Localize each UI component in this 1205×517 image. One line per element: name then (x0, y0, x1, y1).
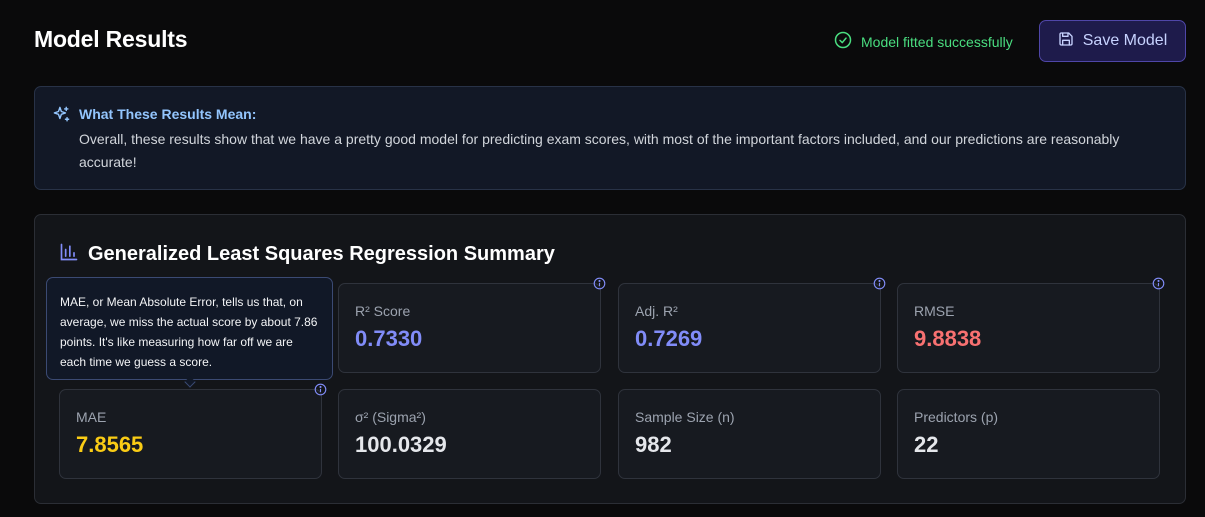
info-icon[interactable] (314, 383, 327, 396)
metric-label: Sample Size (n) (635, 409, 735, 425)
results-explanation-panel: What These Results Mean: Overall, these … (34, 86, 1186, 190)
mae-tooltip: MAE, or Mean Absolute Error, tells us th… (46, 277, 333, 380)
metric-card-rmse: RMSE 9.8838 (897, 277, 1165, 373)
metric-label: Adj. R² (635, 303, 678, 319)
summary-title: Generalized Least Squares Regression Sum… (88, 243, 555, 265)
metric-value: 9.8838 (914, 326, 982, 351)
metric-label: RMSE (914, 303, 955, 319)
explanation-body: Overall, these results show that we have… (79, 131, 1120, 170)
metric-label: σ² (Sigma²) (355, 409, 426, 425)
explanation-heading: What These Results Mean: (79, 106, 257, 122)
page-title: Model Results (34, 26, 188, 52)
metric-value: 0.7330 (355, 326, 423, 351)
metric-value: 0.7269 (635, 326, 703, 351)
save-button-label: Save Model (1082, 32, 1168, 49)
info-icon[interactable] (1152, 277, 1165, 290)
metric-label: R² Score (355, 303, 411, 319)
metric-card-mae: MAE 7.8565 (59, 383, 327, 479)
metric-value: 100.0329 (355, 432, 447, 457)
metric-card-predictors: Predictors (p) 22 (897, 389, 1160, 479)
metric-label: MAE (76, 409, 107, 425)
metric-card-adj-r2: Adj. R² 0.7269 (618, 277, 886, 373)
info-icon[interactable] (593, 277, 606, 290)
save-icon (1058, 31, 1074, 52)
status-text: Model fitted successfully (861, 33, 1013, 50)
metric-value: 22 (914, 432, 939, 457)
fit-status: Model fitted successfully (834, 31, 1013, 52)
sparkles-icon (52, 105, 71, 124)
info-icon[interactable] (873, 277, 886, 290)
metric-card-sample-size: Sample Size (n) 982 (618, 389, 881, 479)
bar-chart-icon (59, 242, 79, 267)
metric-label: Predictors (p) (914, 409, 999, 425)
metric-card-sigma2: σ² (Sigma²) 100.0329 (338, 389, 601, 479)
summary-header: Generalized Least Squares Regression Sum… (59, 242, 555, 267)
metric-value: 982 (635, 432, 672, 457)
save-model-button[interactable]: Save Model (1039, 20, 1186, 62)
metric-card-r2-score: R² Score 0.7330 (338, 277, 606, 373)
check-circle-icon (834, 31, 852, 52)
metric-value: 7.8565 (76, 432, 144, 457)
